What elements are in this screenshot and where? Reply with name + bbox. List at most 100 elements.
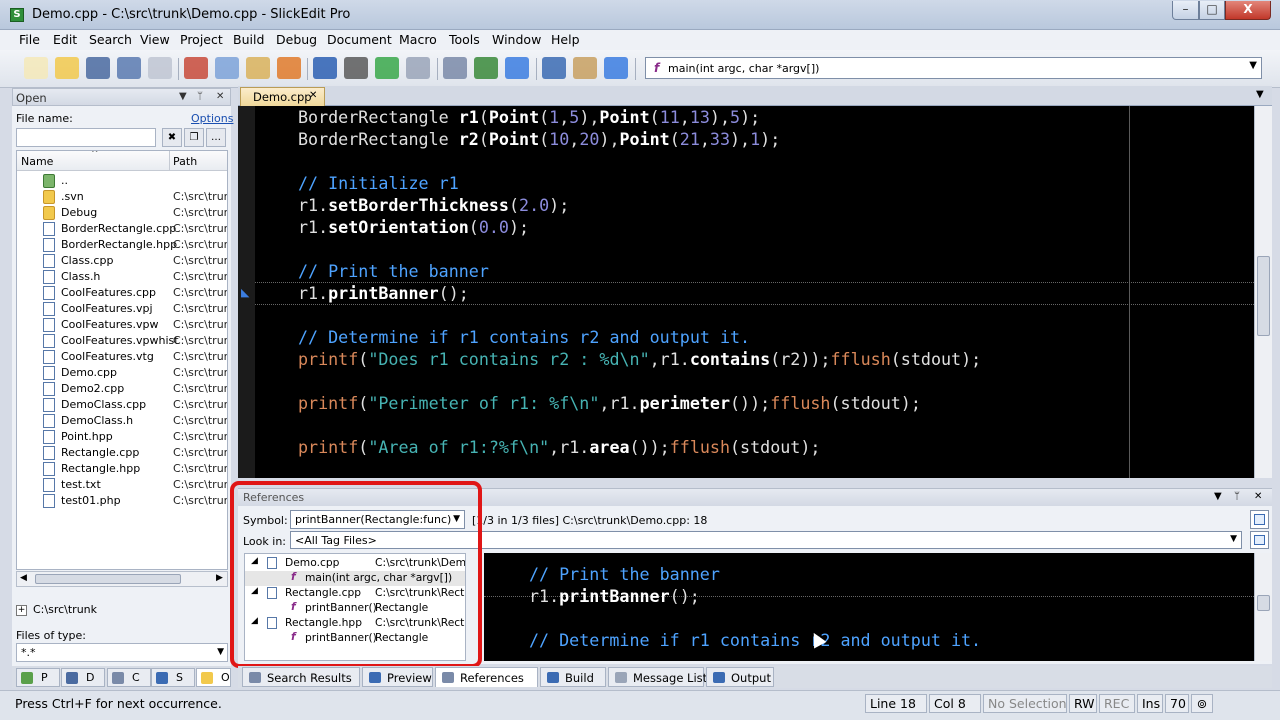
file-list-item[interactable]: .svn C:\src\trunk	[17, 189, 227, 205]
function-combo[interactable]: f main(int argc, char *argv[]) ▼	[645, 57, 1262, 79]
left-tab-s[interactable]: S	[151, 668, 195, 687]
file-list-item[interactable]: Debug C:\src\trunk	[17, 205, 227, 221]
menu-build[interactable]: Build	[233, 32, 264, 47]
files-of-type-combo[interactable]: *.* ▼	[16, 643, 228, 662]
pin-icon[interactable]: ᛘ	[1234, 491, 1240, 502]
copy-icon[interactable]	[215, 57, 239, 79]
tab-close-icon[interactable]: ✕	[309, 90, 317, 101]
status-rec[interactable]: REC	[1099, 694, 1135, 713]
forward-icon[interactable]	[406, 57, 430, 79]
file-list-item[interactable]: Point.hpp C:\src\trunk	[17, 429, 227, 445]
status-ins[interactable]: Ins	[1137, 694, 1163, 713]
menu-document[interactable]: Document	[327, 32, 392, 47]
left-tab-o[interactable]: O	[196, 668, 231, 687]
file-list-item[interactable]: Demo.cpp C:\src\trunk	[17, 365, 227, 381]
code-editor[interactable]: BorderRectangle r1(Point(1,5),Point(11,1…	[238, 106, 1254, 478]
tab-preview[interactable]: Preview	[362, 667, 433, 687]
menu-macro[interactable]: Macro	[399, 32, 437, 47]
scroll-thumb[interactable]	[35, 574, 181, 584]
scroll-thumb[interactable]	[1257, 595, 1270, 611]
file-list-item[interactable]: CoolFeatures.cpp C:\src\trunk	[17, 285, 227, 301]
options-link[interactable]: Options	[191, 112, 233, 125]
menu-search[interactable]: Search	[89, 32, 132, 47]
scroll-thumb[interactable]	[1257, 256, 1270, 336]
monitor-icon[interactable]	[542, 57, 566, 79]
file-list-item[interactable]: Class.cpp C:\src\trunk	[17, 253, 227, 269]
left-tab-p[interactable]: P	[16, 668, 60, 687]
close-icon[interactable]: ✕	[216, 91, 224, 102]
tab-output[interactable]: Output	[706, 667, 774, 687]
file-list-item[interactable]: ..	[17, 173, 227, 189]
help-icon[interactable]	[604, 57, 628, 79]
select-icon[interactable]	[277, 57, 301, 79]
tab-references[interactable]: References	[435, 667, 538, 687]
back-icon[interactable]	[375, 57, 399, 79]
open-folder-icon[interactable]	[55, 57, 79, 79]
file-list-item[interactable]: CoolFeatures.vpwhistC:\src\trunk	[17, 333, 227, 349]
menu-edit[interactable]: Edit	[53, 32, 77, 47]
file-list[interactable]: Name ^ Path .. .svn C:\src\trunk Debug C:\sr…	[16, 150, 228, 570]
copy-icon[interactable]: ❐	[184, 128, 204, 147]
close-button[interactable]: X	[1225, 1, 1271, 20]
file-list-item[interactable]: CoolFeatures.vtg C:\src\trunk	[17, 349, 227, 365]
minimize-button[interactable]: –	[1172, 1, 1199, 20]
status-menu-icon[interactable]: ⊚	[1191, 694, 1213, 713]
browse-button[interactable]: …	[206, 128, 226, 147]
clear-icon[interactable]: ✖	[162, 128, 182, 147]
file-list-item[interactable]: DemoClass.h C:\src\trunk	[17, 413, 227, 429]
file-list-item[interactable]: Demo2.cpp C:\src\trunk	[17, 381, 227, 397]
horizontal-scrollbar[interactable]: ◀ ▶	[16, 571, 228, 587]
tab-message-list[interactable]: Message List	[608, 667, 707, 687]
scroll-left-icon[interactable]: ◀	[20, 573, 27, 583]
menu-help[interactable]: Help	[551, 32, 580, 47]
tab-search-results[interactable]: Search Results	[242, 667, 360, 687]
file-list-item[interactable]: Class.h C:\src\trunk	[17, 269, 227, 285]
references-options-button[interactable]	[1250, 510, 1269, 529]
menu-window[interactable]: Window	[492, 32, 541, 47]
chevron-down-icon[interactable]: ▼	[217, 647, 224, 657]
menu-tools[interactable]: Tools	[449, 32, 480, 47]
left-tab-d[interactable]: D	[61, 668, 105, 687]
menu-file[interactable]: File	[19, 32, 40, 47]
tab-demo-cpp[interactable]: Demo.cpp ✕	[240, 87, 325, 106]
tab-build[interactable]: Build	[540, 667, 606, 687]
pin-icon[interactable]: ᛘ	[197, 91, 203, 102]
file-list-item[interactable]: CoolFeatures.vpj C:\src\trunk	[17, 301, 227, 317]
lookin-options-button[interactable]	[1250, 531, 1269, 549]
chevron-down-icon[interactable]: ▼	[1230, 534, 1237, 544]
scroll-right-icon[interactable]: ▶	[216, 573, 223, 583]
chevron-down-icon[interactable]: ▼	[179, 91, 187, 102]
debug-icon[interactable]	[443, 57, 467, 79]
build-icon[interactable]	[505, 57, 529, 79]
status-rw[interactable]: RW	[1069, 694, 1097, 713]
save-all-icon[interactable]	[117, 57, 141, 79]
chevron-down-icon[interactable]: ▼	[1256, 89, 1264, 100]
file-list-item[interactable]: Rectangle.hpp C:\src\trunk	[17, 461, 227, 477]
status-line[interactable]: Line 18	[865, 694, 927, 713]
file-list-item[interactable]: test.txt C:\src\trunk	[17, 477, 227, 493]
file-list-item[interactable]: CoolFeatures.vpw C:\src\trunk	[17, 317, 227, 333]
expand-icon[interactable]: +	[16, 604, 27, 616]
file-list-item[interactable]: test01.php C:\src\trunk	[17, 493, 227, 509]
paste-icon[interactable]	[246, 57, 270, 79]
column-path[interactable]: Path	[173, 155, 197, 168]
file-name-input[interactable]	[16, 128, 156, 147]
save-icon[interactable]	[86, 57, 110, 79]
cut-icon[interactable]	[184, 57, 208, 79]
editor-vertical-scrollbar[interactable]	[1254, 106, 1272, 478]
file-list-item[interactable]: BorderRectangle.cppC:\src\trunk	[17, 221, 227, 237]
references-vertical-scrollbar[interactable]	[1254, 553, 1272, 661]
file-list-item[interactable]: BorderRectangle.hppC:\src\trunk	[17, 237, 227, 253]
left-tab-c[interactable]: C	[107, 668, 151, 687]
file-list-item[interactable]: Rectangle.cpp C:\src\trunk	[17, 445, 227, 461]
status-col[interactable]: Col 8	[929, 694, 981, 713]
undo-icon[interactable]	[313, 57, 337, 79]
tools-icon[interactable]	[573, 57, 597, 79]
column-name[interactable]: Name	[21, 155, 53, 168]
step-icon[interactable]	[474, 57, 498, 79]
chevron-down-icon[interactable]: ▼	[1249, 60, 1257, 71]
menu-project[interactable]: Project	[180, 32, 223, 47]
chevron-down-icon[interactable]: ▼	[1214, 491, 1222, 502]
maximize-button[interactable]: □	[1199, 1, 1225, 20]
menu-view[interactable]: View	[140, 32, 170, 47]
